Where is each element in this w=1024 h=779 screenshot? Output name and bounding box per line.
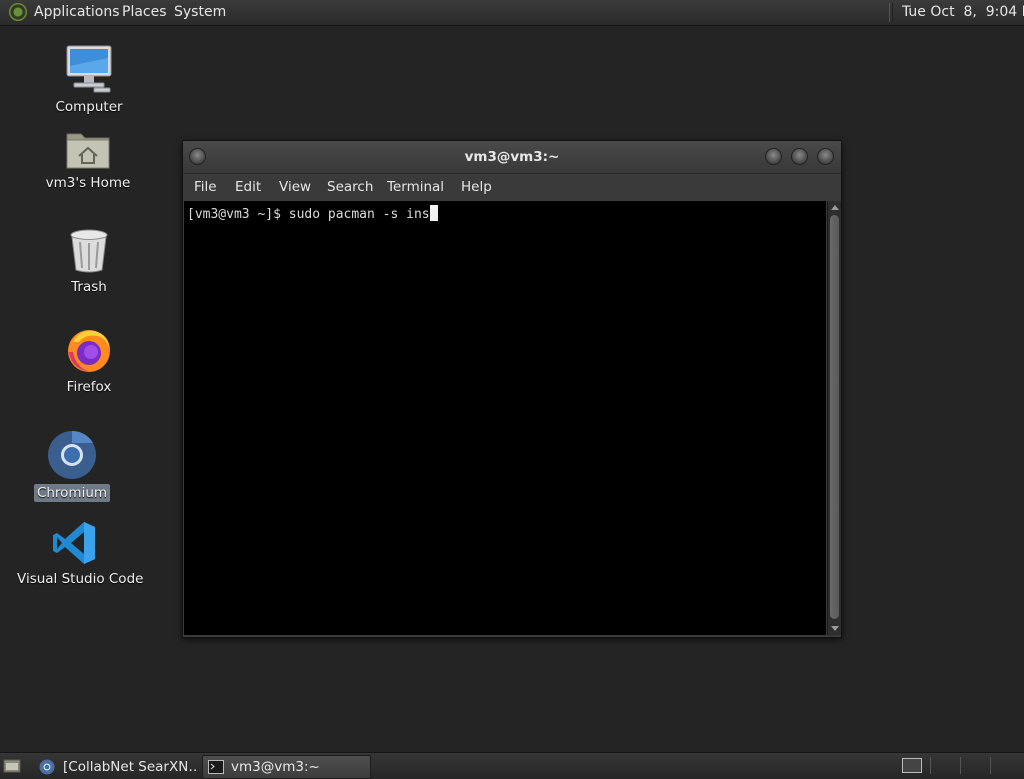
text-cursor <box>429 205 438 221</box>
workspace-1[interactable] <box>902 758 922 773</box>
desktop-icon-vscode[interactable]: Visual Studio Code <box>14 520 143 588</box>
firefox-icon <box>68 330 110 372</box>
menu-help[interactable]: Help <box>461 179 492 195</box>
taskbar-item-label: vm3@vm3:~ <box>231 759 320 775</box>
applications-menu[interactable]: Applications <box>34 0 120 25</box>
taskbar-item-browser[interactable]: [CollabNet SearXN… <box>34 755 198 779</box>
minimize-button[interactable] <box>765 148 782 165</box>
computer-icon <box>66 45 112 93</box>
desktop-icon-trash[interactable]: Trash <box>44 228 134 296</box>
close-button[interactable] <box>817 148 834 165</box>
clock[interactable]: Tue Oct 8, 9:04 PM <box>902 0 1024 25</box>
scroll-up-icon[interactable] <box>831 205 839 210</box>
desktop-icon-label: Trash <box>71 279 107 295</box>
trash-icon <box>70 229 108 273</box>
desktop-icon-home[interactable]: vm3's Home <box>38 128 138 192</box>
workspace-divider <box>930 757 931 774</box>
desktop-icon-label: Firefox <box>66 379 112 395</box>
workspace-divider <box>990 757 991 774</box>
desktop-icon-label: Computer <box>55 99 123 115</box>
terminal-scrollbar[interactable] <box>827 201 841 635</box>
desktop-icon-firefox[interactable]: Firefox <box>44 326 134 396</box>
vscode-icon <box>53 522 95 564</box>
window-title: vm3@vm3:~ <box>464 149 560 165</box>
desktop-icon-computer[interactable]: Computer <box>44 44 134 116</box>
taskbar-item-label: [CollabNet SearXN… <box>63 759 198 775</box>
scrollbar-thumb[interactable] <box>830 215 839 619</box>
menu-terminal[interactable]: Terminal <box>387 179 444 195</box>
chromium-icon <box>39 759 55 775</box>
desktop-icon-chromium[interactable]: Chromium <box>27 430 117 502</box>
show-desktop-icon[interactable] <box>3 758 21 773</box>
desktop-icon-label: vm3's Home <box>45 175 131 191</box>
system-menu[interactable]: System <box>174 0 226 25</box>
menu-edit[interactable]: Edit <box>235 179 261 195</box>
window-titlebar[interactable]: vm3@vm3:~ <box>183 141 841 174</box>
menu-view[interactable]: View <box>279 179 311 195</box>
desktop-icon-label: Chromium <box>33 484 111 502</box>
places-menu[interactable]: Places <box>122 0 167 25</box>
maximize-button[interactable] <box>791 148 808 165</box>
terminal-window[interactable]: vm3@vm3:~ File Edit View Search Terminal… <box>182 140 842 638</box>
panel-separator <box>889 3 893 22</box>
terminal-icon <box>208 760 224 774</box>
bottom-panel: [CollabNet SearXN… vm3@vm3:~ <box>0 752 1024 779</box>
terminal-menubar: File Edit View Search Terminal Help <box>183 174 841 200</box>
mate-logo-icon[interactable] <box>9 3 27 21</box>
home-folder-icon <box>66 133 110 169</box>
desktop-icon-label: Visual Studio Code <box>17 571 144 587</box>
terminal-command-line: [vm3@vm3 ~]$ sudo pacman -s ins <box>187 207 430 222</box>
workspace-divider <box>960 757 961 774</box>
chromium-icon <box>48 430 96 479</box>
taskbar-item-terminal[interactable]: vm3@vm3:~ <box>202 755 371 779</box>
scroll-down-icon[interactable] <box>831 626 839 631</box>
top-panel: Applications Places System Tue Oct 8, 9:… <box>0 0 1024 26</box>
terminal-output[interactable]: [vm3@vm3 ~]$ sudo pacman -s ins <box>184 201 826 635</box>
menu-file[interactable]: File <box>194 179 217 195</box>
menu-search[interactable]: Search <box>327 179 373 195</box>
